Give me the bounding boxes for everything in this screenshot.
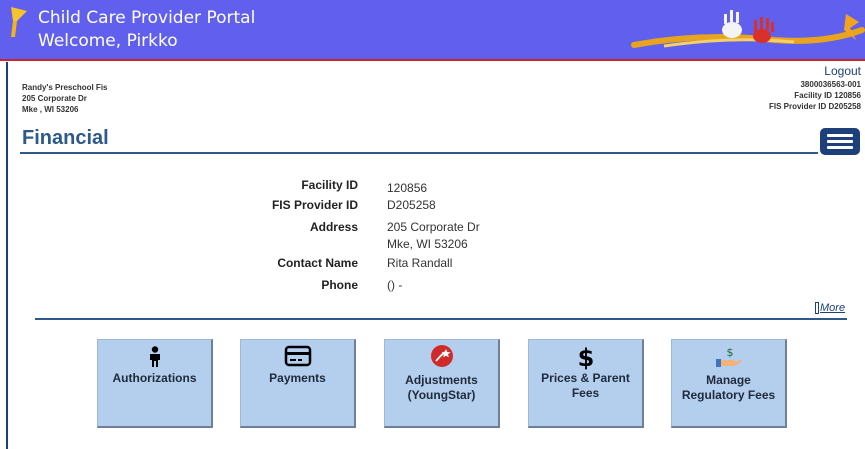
youngstar-icon	[385, 344, 498, 368]
detail-label: Contact Name	[277, 256, 358, 270]
hand-money-icon: $	[672, 345, 785, 369]
portal-banner: Child Care Provider Portal Welcome, Pirk…	[0, 0, 865, 61]
tile-label: Authorizations	[112, 371, 197, 385]
menu-bar-icon	[827, 146, 853, 149]
provider-street: 205 Corporate Dr	[22, 94, 87, 103]
detail-label: FIS Provider ID	[271, 198, 358, 212]
detail-value: D205258	[387, 198, 436, 212]
section-divider	[35, 318, 847, 320]
tile-label: Prices & Parent Fees	[529, 371, 642, 401]
provider-name: Randy's Preschool Fis	[22, 83, 108, 92]
welcome-text: Welcome, Pirkko	[38, 31, 178, 51]
tile-label: Adjustments (YoungStar)	[385, 373, 498, 403]
provider-number: 3800036563-001	[800, 80, 861, 89]
left-border-rule	[6, 62, 8, 449]
svg-text:$: $	[577, 344, 594, 370]
payments-tile[interactable]: Payments	[240, 339, 356, 428]
more-label: More	[820, 302, 846, 314]
detail-label: Phone	[321, 278, 358, 292]
hamburger-menu-button[interactable]	[820, 128, 860, 155]
menu-bar-icon	[827, 134, 853, 137]
detail-label: Address	[309, 220, 358, 234]
detail-label: Facility ID	[301, 178, 358, 192]
account-info: Logout 3800036563-001 Facility ID 120856…	[769, 64, 861, 112]
menu-bar-icon	[827, 140, 853, 143]
manage-regulatory-fees-tile[interactable]: $ Manage Regulatory Fees	[671, 339, 787, 428]
portal-title: Child Care Provider Portal	[38, 8, 256, 28]
fis-provider-id-text: FIS Provider ID D205258	[768, 102, 861, 111]
detail-value: () -	[387, 278, 403, 292]
dollar-icon: $	[529, 344, 642, 370]
prices-parent-fees-tile[interactable]: $ Prices & Parent Fees	[528, 339, 644, 428]
detail-value: 120856	[387, 181, 428, 195]
detail-value: Rita Randall	[387, 256, 453, 270]
page-title: Financial	[22, 127, 109, 149]
tile-label: Payments	[269, 371, 326, 385]
tile-label-text: Adjustments (YoungStar)	[405, 373, 478, 402]
logout-link[interactable]: Logout	[769, 64, 861, 78]
tile-label-text: Manage Regulatory Fees	[681, 373, 776, 402]
adjustments-youngstar-tile[interactable]: Adjustments (YoungStar)	[384, 339, 500, 428]
provider-city: Mke , WI 53206	[22, 105, 79, 114]
expand-box-icon	[815, 302, 819, 315]
tile-label: Manage Regulatory Fees	[672, 373, 785, 403]
handprint-logo-icon	[631, 10, 865, 48]
facility-id-text: Facility ID 120856	[794, 91, 861, 100]
more-link[interactable]: More	[815, 302, 846, 315]
detail-value-line2: Mke, WI 53206	[387, 237, 468, 251]
tile-label-text: Prices & Parent Fees	[541, 371, 630, 400]
flag-logo-icon	[11, 7, 27, 37]
title-divider	[20, 152, 818, 154]
svg-text:$: $	[726, 346, 733, 359]
provider-info: Randy's Preschool Fis 205 Corporate Dr M…	[22, 82, 107, 115]
credit-card-icon	[241, 345, 354, 367]
person-icon	[98, 346, 211, 368]
authorizations-tile[interactable]: Authorizations	[97, 339, 213, 428]
detail-value: 205 Corporate Dr	[387, 220, 480, 234]
